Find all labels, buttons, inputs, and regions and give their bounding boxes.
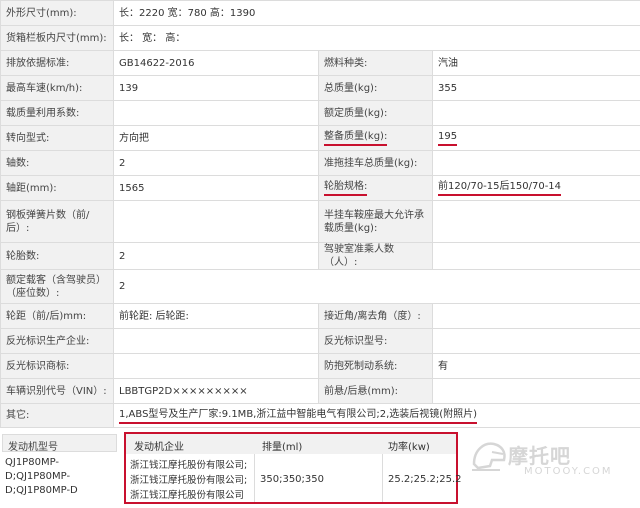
label-seats: 额定载客（含驾驶员）（座位数）: <box>0 269 114 304</box>
watermark-text-cn: 摩托吧 <box>508 444 571 468</box>
engine-table-header: 发动机企业 排量(ml) 功率(kw) <box>126 434 456 454</box>
row-speed: 最高车速(km/h): 139 总质量(kg): 355 <box>0 75 640 101</box>
label-rated-mass: 额定质量(kg): <box>318 100 433 126</box>
value-curb-mass-text: 195 <box>438 130 458 146</box>
engine-displacement-value: 350;350;350 <box>260 474 324 485</box>
label-axles: 轴数: <box>0 150 114 176</box>
row-tire-count: 轮胎数: 2 驾驶室准乘人数（人）: <box>0 242 640 270</box>
engine-highlight-box: 发动机企业 排量(ml) 功率(kw) 浙江钱江摩托股份有限公司; 浙江钱江摩托… <box>124 432 462 504</box>
row-dimensions: 外形尺寸(mm): 长：2220 宽：780 高：1390 <box>0 0 640 26</box>
value-tire-spec-text: 前120/70-15后150/70-14 <box>438 180 562 196</box>
label-vin: 车辆识别代号（VIN）: <box>0 378 114 404</box>
value-reflector-maker <box>113 328 319 354</box>
value-emission: GB14622-2016 <box>113 50 319 76</box>
value-axles: 2 <box>113 150 319 176</box>
label-trailer-mass: 准拖挂车总质量(kg): <box>318 150 433 176</box>
value-speed: 139 <box>113 75 319 101</box>
value-angles <box>431 303 640 329</box>
engine-power-value: 25.2;25.2;25.2 <box>388 474 462 485</box>
label-cargo-box: 货箱栏板内尺寸(mm): <box>0 25 114 51</box>
watermark-logo: 摩托吧 MOTOOY.COM <box>470 432 635 502</box>
label-tire-count: 轮胎数: <box>0 242 114 270</box>
label-saddle-load: 半挂车鞍座最大允许承载质量(kg): <box>318 200 433 243</box>
row-steering: 转向型式: 方向把 整备质量(kg): 195 <box>0 125 640 151</box>
label-curb-mass: 整备质量(kg): <box>318 125 433 151</box>
row-load-factor: 载质量利用系数: 额定质量(kg): <box>0 100 640 126</box>
column-divider <box>254 454 255 502</box>
engine-model-list: QJ1P80MP-D;QJ1P80MP- D;QJ1P80MP-D <box>2 456 122 498</box>
spec-table: 外形尺寸(mm): 长：2220 宽：780 高：1390 货箱栏板内尺寸(mm… <box>0 0 640 428</box>
row-track: 轮距（前/后)mm: 前轮距: 后轮距: 接近角/离去角（度）: <box>0 303 640 329</box>
header-power: 功率(kw) <box>388 442 430 453</box>
value-vin: LBBTGP2D××××××××× <box>113 378 319 404</box>
row-reflector-brand: 反光标识商标: 防抱死制动系统: 有 <box>0 353 640 379</box>
header-displacement: 排量(ml) <box>262 442 303 453</box>
label-other: 其它: <box>0 403 114 428</box>
value-cab-passengers <box>431 242 640 270</box>
value-saddle-load <box>431 200 640 243</box>
row-reflector-maker: 反光标识生产企业: 反光标识型号: <box>0 328 640 354</box>
engine-company-line: 浙江钱江摩托股份有限公司; <box>130 475 248 486</box>
value-curb-mass: 195 <box>431 125 640 151</box>
label-fuel: 燃料种类: <box>318 50 433 76</box>
column-divider <box>382 454 383 502</box>
label-tire-spec-text: 轮胎规格: <box>324 180 368 196</box>
watermark-text-en: MOTOOY.COM <box>524 466 613 477</box>
label-track: 轮距（前/后)mm: <box>0 303 114 329</box>
engine-model-line: D;QJ1P80MP-D <box>5 485 78 496</box>
value-seats: 2 <box>112 269 640 304</box>
value-tire-spec: 前120/70-15后150/70-14 <box>431 175 640 201</box>
label-leaf-springs: 钢板弹簧片数（前/后）: <box>0 200 114 243</box>
label-steering: 转向型式: <box>0 125 114 151</box>
label-abs: 防抱死制动系统: <box>318 353 433 379</box>
label-dimensions: 外形尺寸(mm): <box>0 0 114 26</box>
value-wheelbase: 1565 <box>113 175 319 201</box>
row-seats: 额定载客（含驾驶员）（座位数）: 2 <box>0 269 640 304</box>
header-engine-company: 发动机企业 <box>134 442 184 453</box>
value-reflector-brand <box>113 353 319 379</box>
row-vin: 车辆识别代号（VIN）: LBBTGP2D××××××××× 前悬/后悬(mm)… <box>0 378 640 404</box>
row-leaf-springs: 钢板弹簧片数（前/后）: 半挂车鞍座最大允许承载质量(kg): <box>0 200 640 243</box>
engine-table-body: 浙江钱江摩托股份有限公司; 浙江钱江摩托股份有限公司; 浙江钱江摩托股份有限公司… <box>126 454 462 502</box>
label-reflector-model: 反光标识型号: <box>318 328 433 354</box>
value-dimensions: 长：2220 宽：780 高：1390 <box>112 0 640 26</box>
label-cab-passengers: 驾驶室准乘人数（人）: <box>318 242 433 270</box>
value-reflector-model <box>431 328 640 354</box>
label-overhang: 前悬/后悬(mm): <box>318 378 433 404</box>
value-other-text: 1,ABS型号及生产厂家:9.1MB,浙江益中智能电气有限公司;2,选装后视镜(… <box>119 408 478 424</box>
label-reflector-maker: 反光标识生产企业: <box>0 328 114 354</box>
value-overhang <box>431 378 640 404</box>
label-curb-mass-text: 整备质量(kg): <box>324 130 388 146</box>
value-cargo-box: 长： 宽： 高： <box>112 25 640 51</box>
value-steering: 方向把 <box>113 125 319 151</box>
row-other: 其它: 1,ABS型号及生产厂家:9.1MB,浙江益中智能电气有限公司;2,选装… <box>0 403 640 428</box>
value-abs: 有 <box>431 353 640 379</box>
value-trailer-mass <box>431 150 640 176</box>
label-wheelbase: 轴距(mm): <box>0 175 114 201</box>
label-emission: 排放依据标准: <box>0 50 114 76</box>
label-load-factor: 载质量利用系数: <box>0 100 114 126</box>
value-load-factor <box>113 100 319 126</box>
label-speed: 最高车速(km/h): <box>0 75 114 101</box>
row-axles: 轴数: 2 准拖挂车总质量(kg): <box>0 150 640 176</box>
value-track: 前轮距: 后轮距: <box>113 303 319 329</box>
engine-company-line: 浙江钱江摩托股份有限公司; <box>130 460 248 471</box>
engine-model-label: 发动机型号 <box>2 434 117 453</box>
value-total-mass: 355 <box>431 75 640 101</box>
motorcycle-helmet-icon <box>472 442 506 471</box>
value-rated-mass <box>431 100 640 126</box>
value-tire-count: 2 <box>113 242 319 270</box>
label-total-mass: 总质量(kg): <box>318 75 433 101</box>
row-wheelbase: 轴距(mm): 1565 轮胎规格: 前120/70-15后150/70-14 <box>0 175 640 201</box>
label-reflector-brand: 反光标识商标: <box>0 353 114 379</box>
label-angles: 接近角/离去角（度）: <box>318 303 433 329</box>
row-cargo-box: 货箱栏板内尺寸(mm): 长： 宽： 高： <box>0 25 640 51</box>
value-leaf-springs <box>113 200 319 243</box>
engine-company-line: 浙江钱江摩托股份有限公司 <box>130 490 245 501</box>
value-other: 1,ABS型号及生产厂家:9.1MB,浙江益中智能电气有限公司;2,选装后视镜(… <box>112 403 640 428</box>
value-fuel: 汽油 <box>431 50 640 76</box>
label-tire-spec: 轮胎规格: <box>318 175 433 201</box>
row-emission: 排放依据标准: GB14622-2016 燃料种类: 汽油 <box>0 50 640 76</box>
engine-model-line: QJ1P80MP-D;QJ1P80MP- <box>5 457 71 482</box>
